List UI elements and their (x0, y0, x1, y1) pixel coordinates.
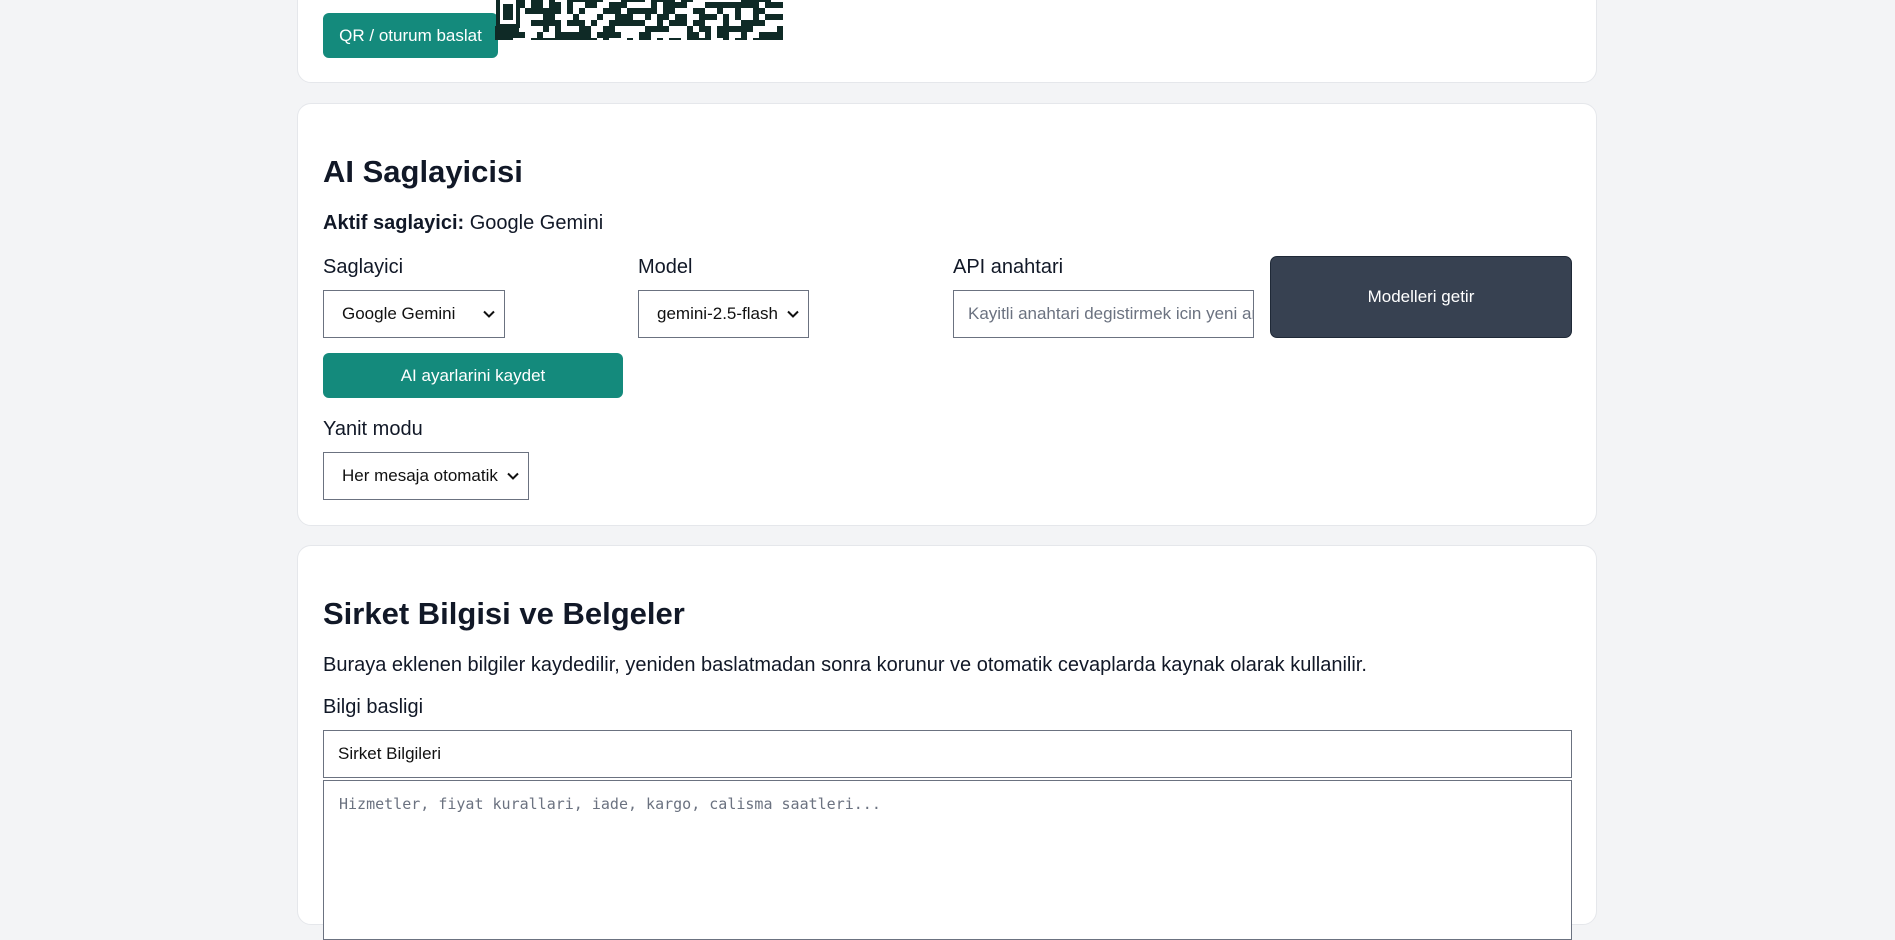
company-info-textarea[interactable]: Hizmetler, fiyat kurallari, iade, kargo,… (323, 780, 1572, 940)
api-key-placeholder: Kayitli anahtari degistirmek icin yeni a… (968, 304, 1253, 323)
provider-label: Saglayici (323, 256, 404, 278)
active-provider-value: Google Gemini (469, 212, 604, 234)
chevron-down-icon (507, 472, 519, 480)
ai-provider-title: AI Saglayicisi (323, 154, 523, 189)
info-title-value: Sirket Bilgileri (338, 744, 441, 763)
model-select[interactable]: gemini-2.5-flash (638, 290, 809, 338)
chevron-down-icon (483, 310, 495, 318)
qr-code-image (495, 0, 783, 40)
reply-mode-select-value: Her mesaja otomatik (342, 466, 498, 485)
info-title-input[interactable]: Sirket Bilgileri (323, 730, 1572, 778)
reply-mode-label: Yanit modu (323, 418, 423, 440)
provider-select[interactable]: Google Gemini (323, 290, 505, 338)
model-label: Model (638, 256, 693, 278)
api-key-label: API anahtari (953, 256, 1064, 278)
company-info-textarea-placeholder: Hizmetler, fiyat kurallari, iade, kargo,… (339, 795, 881, 813)
api-key-input[interactable]: Kayitli anahtari degistirmek icin yeni a… (953, 290, 1254, 338)
start-qr-session-button[interactable]: QR / oturum baslat (323, 13, 498, 58)
info-title-label: Bilgi basligi (323, 696, 424, 718)
active-provider-label: Aktif saglayici: (323, 212, 465, 234)
company-info-card: Sirket Bilgisi ve Belgeler Buraya eklene… (297, 545, 1597, 940)
reply-mode-select[interactable]: Her mesaja otomatik (323, 452, 529, 500)
company-info-description: Buraya eklenen bilgiler kaydedilir, yeni… (323, 654, 1367, 676)
provider-select-value: Google Gemini (342, 304, 456, 323)
active-provider-line: Aktif saglayici: Google Gemini (323, 212, 603, 235)
ai-provider-card: AI Saglayicisi Aktif saglayici: Google G… (297, 103, 1597, 526)
company-info-title: Sirket Bilgisi ve Belgeler (323, 596, 685, 631)
save-ai-settings-button[interactable]: AI ayarlarini kaydet (323, 353, 623, 398)
fetch-models-button[interactable]: Modelleri getir (1270, 256, 1572, 338)
model-select-value: gemini-2.5-flash (657, 304, 778, 323)
chevron-down-icon (787, 310, 799, 318)
qr-session-card: QR / oturum baslat (297, 0, 1597, 83)
